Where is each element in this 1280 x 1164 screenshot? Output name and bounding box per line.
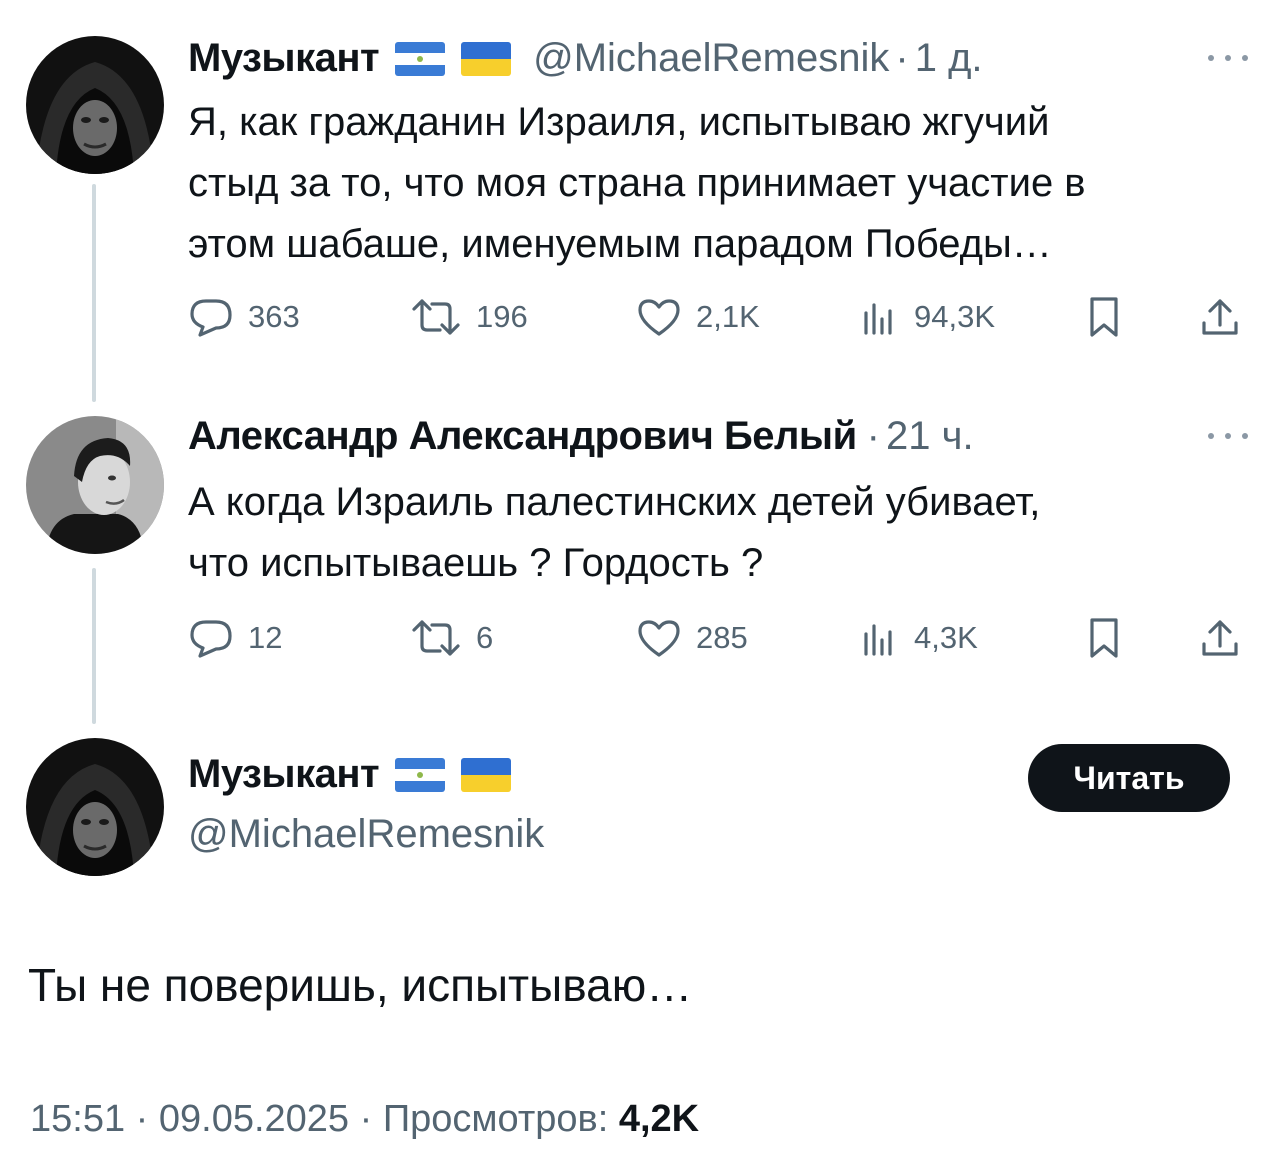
bookmark-button[interactable] xyxy=(1084,295,1124,339)
tweet-text-line: Я, как гражданин Израиля, испытываю жгуч… xyxy=(188,100,1050,144)
tweet-actions: 12 6 285 4,3K xyxy=(188,616,1258,660)
tweet-time[interactable]: 21 ч. xyxy=(886,414,974,459)
like-icon xyxy=(636,295,682,339)
like-button[interactable]: 285 xyxy=(636,616,748,660)
author-name[interactable]: Музыкант xyxy=(188,36,380,81)
retweet-count: 196 xyxy=(476,299,528,334)
share-button[interactable] xyxy=(1198,616,1242,660)
more-icon[interactable] xyxy=(1208,430,1248,442)
tweet-text-line: что испытываешь ? Гордость ? xyxy=(188,541,764,585)
thread-line xyxy=(92,184,96,402)
nicaragua-flag-icon xyxy=(395,757,446,792)
tweet-time[interactable]: 1 д. xyxy=(915,36,983,81)
tweet-text: А когда Израиль палестинских детей убива… xyxy=(188,472,1258,594)
views-icon xyxy=(860,295,900,339)
author-name[interactable]: Музыкант xyxy=(188,752,380,797)
retweet-icon xyxy=(410,616,462,660)
author-handle[interactable]: @MichaelRemesnik xyxy=(188,812,544,857)
tweet-text: Я, как гражданин Израиля, испытываю жгуч… xyxy=(188,92,1258,275)
retweet-icon xyxy=(410,295,462,339)
bookmark-icon xyxy=(1084,295,1124,339)
reply-icon xyxy=(188,616,234,660)
tweet-header: Александр Александрович Белый · 21 ч. xyxy=(188,414,974,459)
retweet-button[interactable]: 196 xyxy=(410,295,528,339)
tweet-time[interactable]: 15:51 xyxy=(30,1098,125,1140)
main-tweet-text: Ты не поверишь, испытываю… xyxy=(28,959,693,1011)
avatar[interactable] xyxy=(26,36,164,174)
share-icon xyxy=(1198,616,1242,660)
avatar[interactable] xyxy=(26,416,164,554)
separator: · xyxy=(359,1098,373,1140)
separator: · xyxy=(866,414,880,458)
retweet-count: 6 xyxy=(476,620,494,655)
avatar[interactable] xyxy=(26,738,164,876)
like-count: 285 xyxy=(696,620,748,655)
bookmark-icon xyxy=(1084,616,1124,660)
retweet-button[interactable]: 6 xyxy=(410,616,493,660)
like-button[interactable]: 2,1K xyxy=(636,295,760,339)
tweet-header: Музыкант @MichaelRemesnik · 1 д. xyxy=(188,36,983,81)
like-count: 2,1K xyxy=(696,299,760,334)
views-icon xyxy=(860,616,900,660)
tweet-date[interactable]: 09.05.2025 xyxy=(159,1098,349,1140)
more-icon[interactable] xyxy=(1208,52,1248,64)
tweet-text-line: стыд за то, что моя страна принимает уча… xyxy=(188,161,1086,205)
bookmark-button[interactable] xyxy=(1084,616,1124,660)
tweet-meta: 15:51 · 09.05.2025 · Просмотров: 4,2K xyxy=(30,1098,699,1141)
like-icon xyxy=(636,616,682,660)
tweet-thread: Музыкант @MichaelRemesnik · 1 д. Я, как … xyxy=(0,0,1280,1164)
follow-button[interactable]: Читать xyxy=(1028,744,1230,812)
nicaragua-flag-icon xyxy=(395,41,446,76)
ukraine-flag-icon xyxy=(461,41,512,76)
tweet-text-line: этом шабаше, именуемым парадом Победы… xyxy=(188,222,1052,266)
share-button[interactable] xyxy=(1198,295,1242,339)
thread-line xyxy=(92,568,96,724)
share-icon xyxy=(1198,295,1242,339)
tweet-text-line: А когда Израиль палестинских детей убива… xyxy=(188,480,1041,524)
separator: · xyxy=(895,36,909,80)
tweet-actions: 363 196 2,1K 94,3K xyxy=(188,295,1258,339)
author-handle[interactable]: @MichaelRemesnik xyxy=(533,36,889,81)
reply-button[interactable]: 12 xyxy=(188,616,282,660)
reply-count: 12 xyxy=(248,620,283,655)
author-name[interactable]: Александр Александрович Белый xyxy=(188,414,857,459)
reply-count: 363 xyxy=(248,299,300,334)
reply-button[interactable]: 363 xyxy=(188,295,300,339)
views-button[interactable]: 4,3K xyxy=(860,616,978,660)
separator: · xyxy=(135,1098,149,1140)
main-tweet-header: Музыкант xyxy=(188,752,512,797)
views-button[interactable]: 94,3K xyxy=(860,295,995,339)
views-count: 4,3K xyxy=(914,620,978,655)
views-count[interactable]: 4,2K xyxy=(619,1098,699,1140)
reply-icon xyxy=(188,295,234,339)
ukraine-flag-icon xyxy=(461,757,512,792)
views-label: Просмотров: xyxy=(382,1098,609,1140)
views-count: 94,3K xyxy=(914,299,996,334)
